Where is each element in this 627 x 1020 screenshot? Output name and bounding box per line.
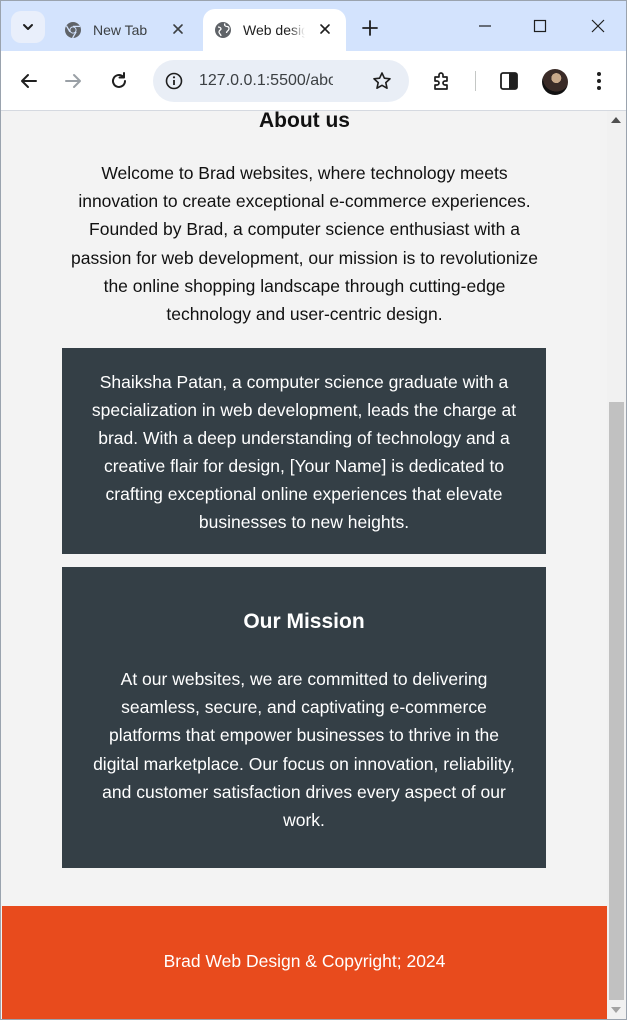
intro-paragraph: Welcome to Brad websites, where technolo… (71, 163, 538, 325)
minimize-button[interactable] (465, 11, 505, 41)
scroll-down-arrow-icon[interactable] (611, 1007, 621, 1013)
maximize-button[interactable] (520, 11, 560, 41)
tab-search-button[interactable] (11, 11, 45, 43)
browser-window: New Tab Web design (0, 0, 627, 1020)
about-title: About us (259, 111, 350, 132)
address-text[interactable]: 127.0.0.1:5500/abo... (199, 72, 333, 90)
page-footer: Brad Web Design & Copyright; 2024 (2, 906, 607, 1019)
extensions-button[interactable] (426, 65, 458, 97)
founder-bio: Shaiksha Patan, a computer science gradu… (91, 372, 517, 532)
site-info-icon[interactable] (163, 70, 185, 92)
close-icon[interactable] (169, 20, 187, 38)
maximize-icon (533, 19, 547, 33)
new-tab-button[interactable] (357, 15, 383, 41)
tab-new-tab[interactable]: New Tab (53, 9, 199, 51)
founder-card: Shaiksha Patan, a computer science gradu… (62, 348, 546, 554)
scrollbar-thumb[interactable] (609, 402, 624, 1000)
globe-icon (213, 20, 233, 40)
bookmark-star-icon[interactable] (371, 70, 393, 92)
chrome-icon (63, 20, 83, 40)
back-button[interactable] (13, 65, 45, 97)
more-vert-icon (597, 72, 601, 90)
page-viewport: About us Welcome to Brad websites, where… (2, 111, 607, 1019)
tab-title: Web design (243, 22, 305, 38)
chevron-down-icon (23, 24, 33, 30)
tab-strip: New Tab Web design (1, 1, 626, 51)
page-scrollbar[interactable] (607, 111, 626, 1019)
scroll-up-arrow-icon[interactable] (611, 117, 621, 123)
browser-toolbar: 127.0.0.1:5500/abo... (1, 51, 626, 111)
tab-title: New Tab (93, 22, 148, 38)
arrow-left-icon (21, 74, 37, 88)
profile-avatar[interactable] (542, 69, 568, 95)
arrow-right-icon (65, 74, 81, 88)
menu-button[interactable] (583, 65, 615, 97)
tab-web-design[interactable]: Web design (203, 9, 346, 51)
side-panel-button[interactable] (493, 65, 525, 97)
plus-icon (362, 20, 378, 36)
forward-button[interactable] (57, 65, 89, 97)
toolbar-divider (475, 71, 476, 91)
minimize-icon (479, 25, 491, 27)
mission-text: At our websites, we are committed to del… (93, 669, 515, 831)
puzzle-icon (434, 72, 448, 90)
reload-icon (112, 72, 126, 88)
mission-card: Our Mission At our websites, we are comm… (62, 567, 546, 868)
close-icon (591, 19, 605, 33)
mission-title: Our Mission (243, 610, 365, 633)
footer-text: Brad Web Design & Copyright; 2024 (163, 951, 446, 971)
side-panel-icon (500, 72, 518, 90)
window-close-button[interactable] (578, 11, 618, 41)
reload-button[interactable] (103, 65, 135, 97)
close-icon[interactable] (316, 20, 334, 38)
address-bar[interactable]: 127.0.0.1:5500/abo... (153, 60, 409, 102)
